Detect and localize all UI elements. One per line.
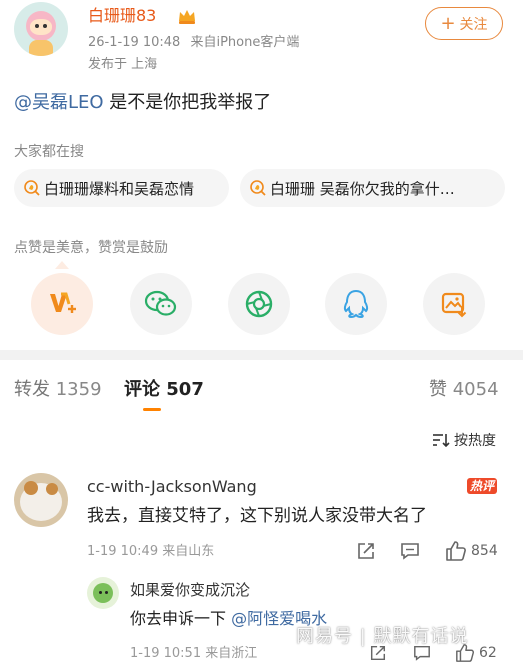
wechat-icon [144,290,177,316]
share-moments-button[interactable] [228,273,290,335]
replier-name[interactable]: 如果爱你变成沉沦 [130,580,250,600]
tab-repost-label: 转发 [14,379,50,400]
hot-search-text: 白珊珊爆料和吴磊恋情 [44,179,195,198]
post-time-source: 26-1-19 10:48 来自iPhone客户端 [88,34,299,52]
share-wechat-button[interactable] [130,273,192,335]
tab-likes-count: 4054 [452,379,499,400]
reply-body: 你去申诉一下 [130,609,232,628]
follow-label: 关注 [459,16,488,33]
tab-repost-count: 1359 [55,379,102,400]
plus-icon: + [440,12,456,34]
post-source: 来自iPhone客户端 [190,35,300,50]
comment-text: 我去，直接艾特了，这下别说人家没带大名了 [87,506,427,526]
post-location: 发布于 上海 [88,57,158,72]
sort-icon [433,434,450,447]
reward-icon [50,292,76,313]
qq-icon [343,289,369,319]
tab-likes-label: 赞 [429,379,447,400]
hot-search-chip[interactable]: 白珊珊爆料和吴磊恋情 [14,169,229,207]
save-image-button[interactable] [423,273,485,335]
like-tip: 点赞是美意，赞赏是鼓励 [14,240,168,256]
reply-meta: 1-19 10:51 来自浙江 [130,646,258,661]
tab-comments[interactable]: 评论 507 [124,378,204,402]
tab-repost[interactable]: 转发 1359 [14,378,102,402]
user-avatar[interactable] [14,2,68,56]
comment-meta: 1-19 10:49 来自山东 [87,544,215,559]
hot-comment-badge: 热评 [467,478,498,494]
share-qq-button[interactable] [325,273,387,335]
comment-like-count: 854 [471,543,498,559]
section-divider [0,350,523,360]
share-icon [358,543,374,559]
reply-like-count: 62 [479,645,497,661]
moments-icon [245,290,273,318]
hot-search-icon [250,180,266,196]
reward-button[interactable] [31,273,93,335]
comment-reply-button[interactable] [400,541,420,561]
hot-search-icon [24,180,40,196]
sort-button[interactable]: 按热度 [432,430,496,450]
user-name[interactable]: 白珊珊83 [88,6,156,26]
tab-comments-label: 评论 [124,379,160,400]
tab-comments-count: 507 [166,379,204,400]
hot-search-label: 大家都在搜 [14,144,84,160]
post-body: 是不是你把我举报了 [103,92,272,113]
replier-avatar[interactable] [87,577,119,609]
follow-button[interactable]: + 关注 [425,7,503,40]
source-watermark: 网易号 | 默默有话说 [296,626,469,647]
save-image-icon [441,292,467,318]
comment-icon [401,543,419,560]
comment-like-button[interactable]: 854 [445,540,498,562]
commenter-name[interactable]: cc-with-JacksonWang [87,477,257,497]
commenter-avatar[interactable] [14,473,68,527]
comment-share-button[interactable] [356,541,376,561]
tab-likes[interactable]: 赞 4054 [429,378,499,402]
like-icon [446,541,466,561]
hot-search-text: 白珊珊 吴磊你欠我的拿什… [270,179,455,198]
vip-crown-icon [179,10,195,24]
post-mention-link[interactable]: @吴磊LEO [14,92,104,113]
hot-search-chip[interactable]: 白珊珊 吴磊你欠我的拿什… [240,169,505,207]
tip-pointer [55,261,69,269]
post-time: 26-1-19 10:48 [88,35,181,50]
post-text: @吴磊LEO 是不是你把我举报了 [14,90,271,116]
sort-label: 按热度 [454,433,496,449]
active-tab-indicator [143,408,161,411]
